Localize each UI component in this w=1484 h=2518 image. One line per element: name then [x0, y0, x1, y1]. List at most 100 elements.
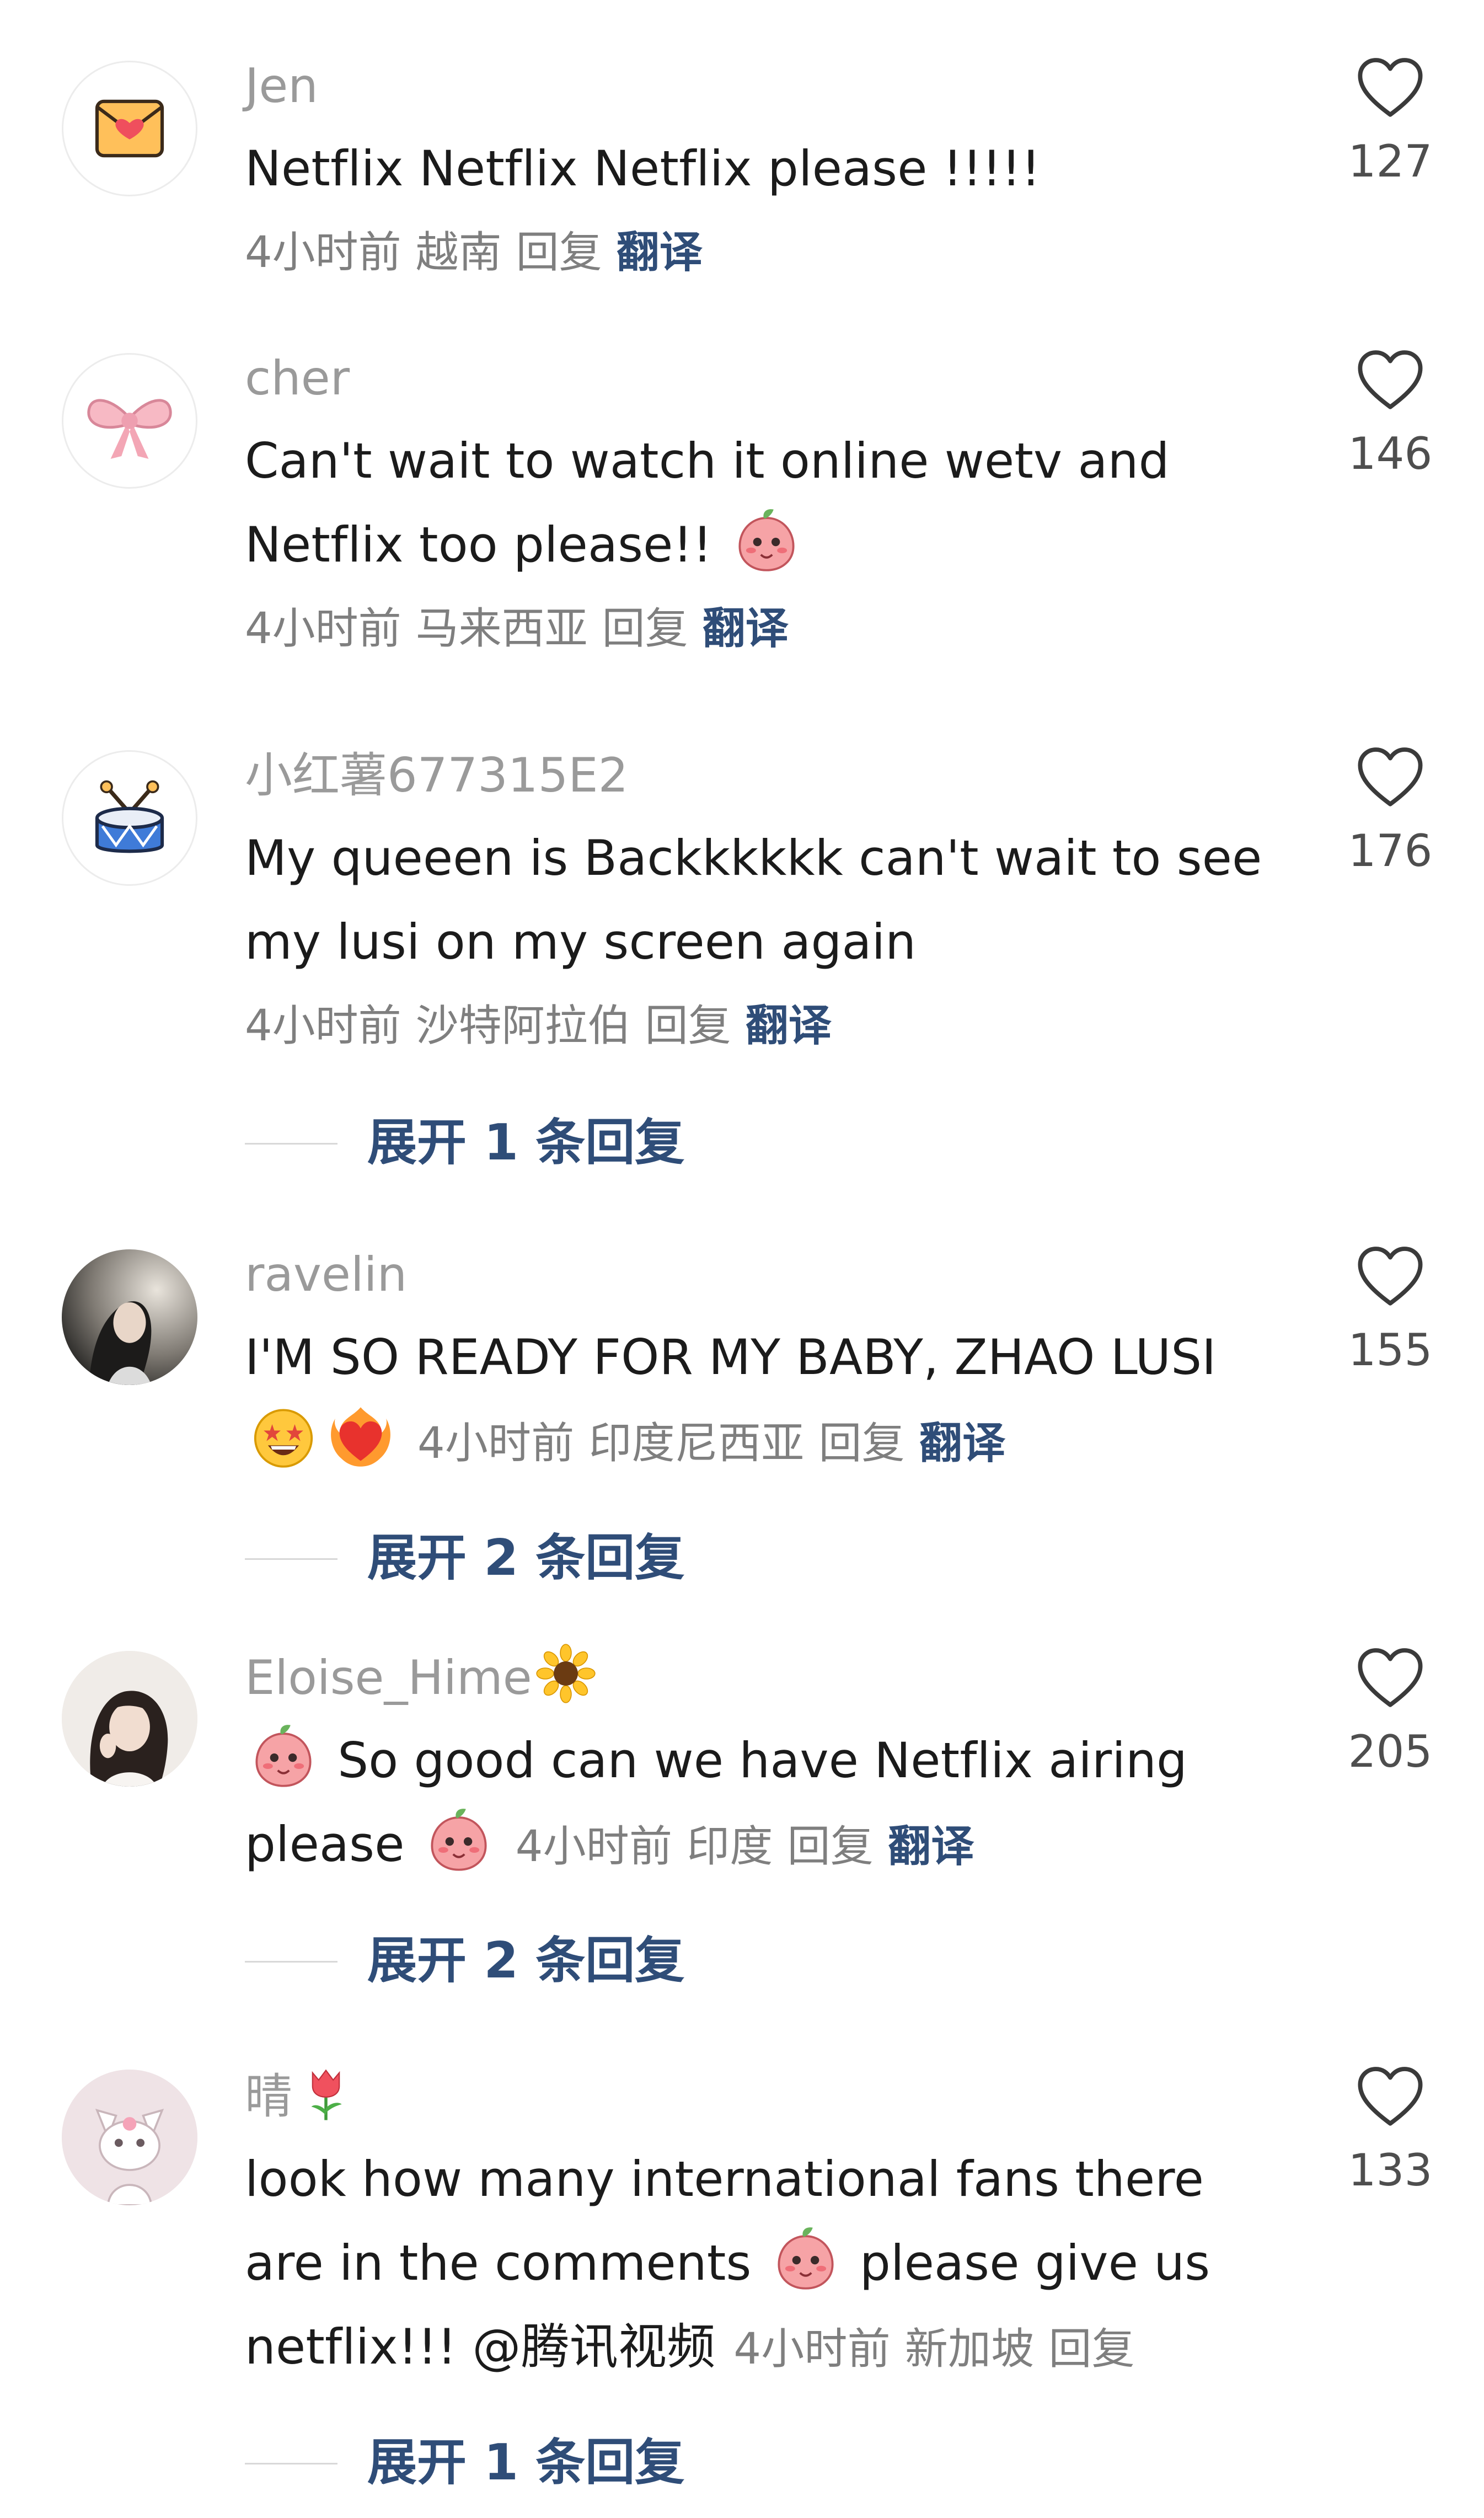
divider [245, 1961, 337, 1963]
comment-text-fragment: So good can we have Netflix airing [337, 1732, 1188, 1789]
reply-button[interactable]: 回复 [787, 1822, 874, 1872]
comment-text-line: So good can we have Netflix airing [245, 1719, 1293, 1803]
comment-list: Jen Netflix Netflix Netflix please !!!!!… [0, 0, 1484, 2518]
comment-location: 马来西亚 [415, 604, 588, 654]
comment-meta: 4小时前 新加坡 回复 [720, 2324, 1149, 2374]
expand-replies-button[interactable]: 展开 2 条回复 [245, 1528, 1017, 1589]
pink-bow-icon[interactable] [62, 353, 197, 489]
user-photo-avatar[interactable] [62, 1249, 197, 1385]
comment-body: 小红薯677315E2 My queeen is Backkkkkk can't… [245, 742, 1293, 1068]
like-control[interactable]: 127 [1327, 53, 1454, 192]
like-control[interactable]: 205 [1327, 1643, 1454, 1782]
comment-meta: 4小时前 印度 回复 翻译 [502, 1822, 989, 1872]
comment-text-line: are in the comments please give us [245, 2221, 1293, 2305]
comment-meta: 4小时前 越南 回复 翻译 [245, 211, 1293, 295]
like-count: 133 [1348, 2145, 1433, 2196]
expand-replies-button[interactable]: 展开 2 条回复 [245, 1931, 1017, 1991]
username[interactable]: Jen [245, 53, 318, 119]
comment-text-line: I'M SO READY FOR MY BABY, ZHAO LUSI [245, 1329, 1217, 1386]
comment-text-fragment: please give us [859, 2234, 1210, 2291]
comment-time: 4小时前 [417, 1419, 575, 1468]
comment-text-line: my lusi on my screen again [245, 913, 917, 970]
like-count: 146 [1348, 428, 1433, 479]
heart-outline-icon[interactable] [1354, 2062, 1426, 2134]
username[interactable]: 小红薯677315E2 [245, 742, 628, 809]
divider [245, 1143, 337, 1145]
username[interactable]: 晴 [245, 2063, 292, 2130]
reply-button[interactable]: 回复 [818, 1419, 904, 1468]
comment-body: cher Can't wait to watch it online wetv … [245, 345, 1293, 671]
like-control[interactable]: 133 [1327, 2062, 1454, 2201]
comment-text: Can't wait to watch it online wetv and N… [245, 419, 1293, 587]
comment-text: So good can we have Netflix airing pleas… [245, 1719, 1293, 1889]
sunflower-emoji-icon [535, 1643, 596, 1704]
reply-button[interactable]: 回复 [516, 228, 602, 277]
translate-button[interactable]: 翻译 [703, 604, 789, 654]
username[interactable]: ravelin [245, 1242, 407, 1308]
expand-replies-label[interactable]: 展开 2 条回复 [367, 1528, 684, 1589]
heart-outline-icon[interactable] [1354, 53, 1426, 125]
heart-outline-icon[interactable] [1354, 1643, 1426, 1715]
comment-body: 晴 look how many international fans there… [245, 2062, 1293, 2391]
comment-text-line: 4小时前 印度尼西亚 回复 翻译 [245, 1399, 1293, 1485]
reply-button[interactable]: 回复 [645, 1001, 731, 1051]
comment-body: Eloise_Hime So good can we have Netflix … [245, 1643, 1293, 1889]
expand-replies-button[interactable]: 展开 1 条回复 [245, 2433, 1017, 2493]
love-letter-icon[interactable] [62, 61, 197, 196]
expand-replies-label[interactable]: 展开 1 条回复 [367, 1113, 684, 1173]
expand-replies-label[interactable]: 展开 2 条回复 [367, 1931, 684, 1991]
comment-body: ravelin I'M SO READY FOR MY BABY, ZHAO L… [245, 1242, 1293, 1485]
like-count: 127 [1348, 136, 1433, 187]
comment-text: Netflix Netflix Netflix please !!!!! [245, 140, 1041, 197]
translate-button[interactable]: 翻译 [617, 228, 703, 277]
comment-meta: 4小时前 印度尼西亚 回复 翻译 [404, 1419, 1020, 1468]
like-count: 155 [1348, 1324, 1433, 1376]
translate-button[interactable]: 翻译 [919, 1419, 1005, 1468]
comment-location: 沙特阿拉伯 [415, 1001, 631, 1051]
comment-location: 新加坡 [904, 2324, 1035, 2374]
like-control[interactable]: 146 [1327, 345, 1454, 484]
comment-location: 越南 [415, 228, 502, 277]
like-control[interactable]: 155 [1327, 1242, 1454, 1381]
expand-replies-button[interactable]: 展开 1 条回复 [245, 1113, 1017, 1173]
heart-outline-icon[interactable] [1354, 1242, 1426, 1313]
like-control[interactable]: 176 [1327, 742, 1454, 881]
comment-time: 4小时前 [515, 1822, 673, 1872]
translate-button[interactable]: 翻译 [746, 1001, 832, 1051]
comment-text: My queeen is Backkkkkk can't wait to see… [245, 816, 1293, 984]
translate-button[interactable]: 翻译 [888, 1822, 974, 1872]
drum-icon[interactable] [62, 750, 197, 886]
heart-on-fire-emoji-icon [325, 1402, 396, 1472]
divider [245, 2463, 337, 2464]
star-struck-emoji-icon [248, 1402, 319, 1472]
tulip-emoji-icon [296, 2062, 356, 2123]
reply-button[interactable]: 回复 [1048, 2324, 1134, 2374]
heart-outline-icon[interactable] [1354, 742, 1426, 814]
heart-outline-icon[interactable] [1354, 345, 1426, 417]
like-count: 176 [1348, 825, 1433, 876]
username-row: 晴 [245, 2062, 1293, 2130]
comment-time: 4小时前 [733, 2324, 891, 2374]
expand-replies-label[interactable]: 展开 1 条回复 [367, 2433, 684, 2493]
comment-time: 4小时前 [245, 228, 401, 277]
peach-emoji-icon [424, 1805, 494, 1875]
user-photo-avatar[interactable] [62, 1651, 197, 1787]
comment-text-line: My queeen is Backkkkkk can't wait to see [245, 830, 1262, 886]
username[interactable]: cher [245, 345, 350, 411]
reply-button[interactable]: 回复 [602, 604, 688, 654]
divider [245, 1558, 337, 1560]
username-row: Eloise_Hime [245, 1643, 1293, 1711]
username[interactable]: Eloise_Hime [245, 1645, 532, 1711]
comment-text-line: look how many international fans there [245, 2151, 1204, 2207]
comment-text-line: please 4小时前 印度 回复 翻译 [245, 1803, 1293, 1889]
comment-text-line: Netflix too please!! [245, 503, 1293, 587]
comment-meta: 4小时前 马来西亚 回复 翻译 [245, 587, 1293, 671]
peach-emoji-icon [248, 1721, 319, 1792]
cat-avatar[interactable] [62, 2070, 197, 2205]
comment-text-fragment: netflix!!! @腾讯视频 [245, 2318, 716, 2375]
comment-text-line: netflix!!! @腾讯视频 4小时前 新加坡 回复 [245, 2305, 1293, 2391]
comment-time: 4小时前 [245, 1001, 401, 1051]
peach-emoji-icon [731, 505, 802, 576]
comment-text: look how many international fans there a… [245, 2137, 1293, 2391]
comment-meta: 4小时前 沙特阿拉伯 回复 翻译 [245, 984, 1293, 1068]
